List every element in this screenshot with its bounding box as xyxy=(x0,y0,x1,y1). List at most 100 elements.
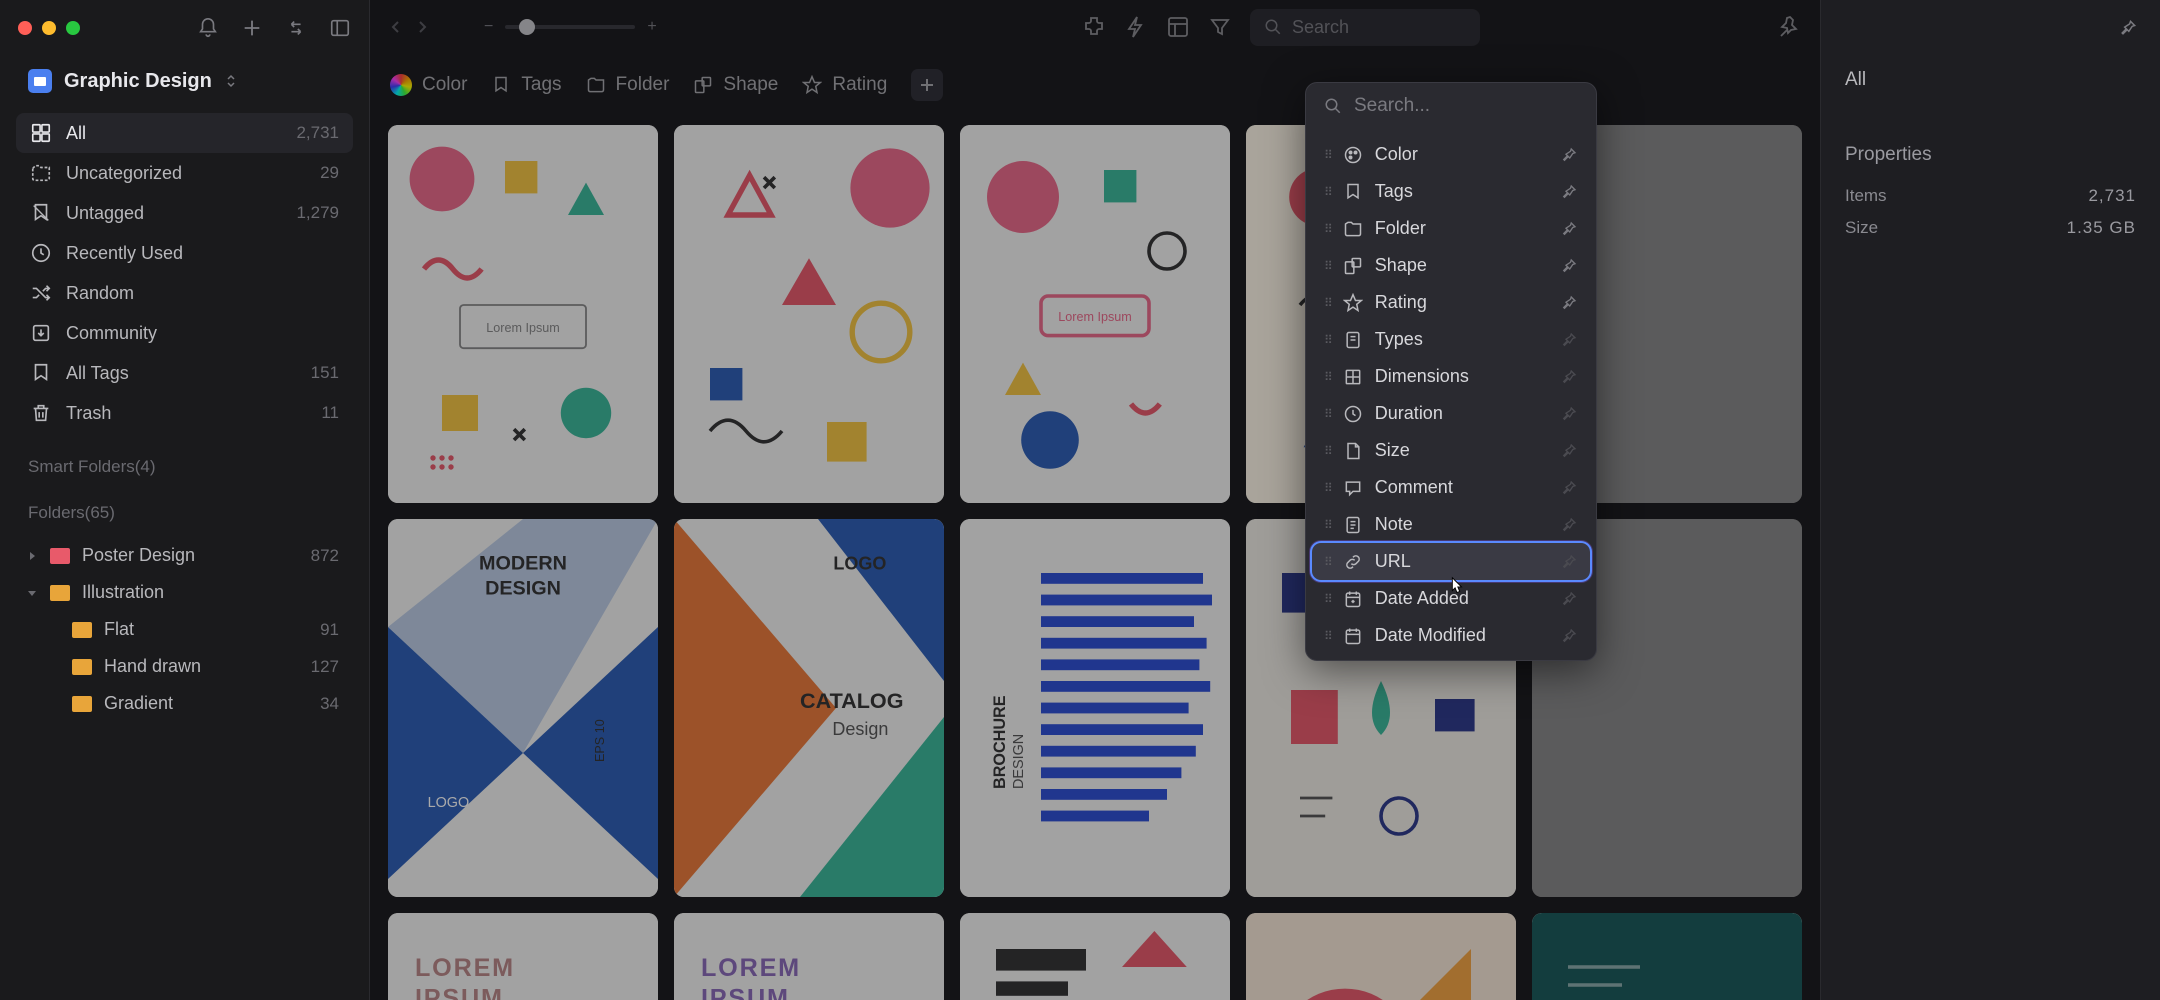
thumbnail[interactable]: Lorem Ipsum xyxy=(388,125,658,503)
layout-icon[interactable] xyxy=(1166,15,1190,39)
pin-icon[interactable] xyxy=(1560,294,1578,312)
folder-hand-drawn[interactable]: Hand drawn 127 xyxy=(16,648,353,685)
drag-handle-icon[interactable]: ⠿ xyxy=(1324,148,1331,162)
sidebar-toggle-icon[interactable] xyxy=(329,17,351,39)
dropdown-item-tags[interactable]: ⠿Tags xyxy=(1312,173,1590,210)
close-window-button[interactable] xyxy=(18,21,32,35)
pin-icon[interactable] xyxy=(1560,516,1578,534)
drag-handle-icon[interactable]: ⠿ xyxy=(1324,444,1331,458)
thumbnail[interactable]: BROCHUREDESIGN xyxy=(960,519,1230,897)
folder-poster-design[interactable]: Poster Design 872 xyxy=(16,537,353,574)
dropdown-item-size[interactable]: ⠿Size xyxy=(1312,432,1590,469)
pin-icon[interactable] xyxy=(1560,257,1578,275)
drag-handle-icon[interactable]: ⠿ xyxy=(1324,222,1331,236)
pin-icon[interactable] xyxy=(1560,553,1578,571)
search-icon xyxy=(1324,97,1342,115)
minimize-window-button[interactable] xyxy=(42,21,56,35)
dropdown-item-rating[interactable]: ⠿Rating xyxy=(1312,284,1590,321)
pin-icon[interactable] xyxy=(1560,331,1578,349)
drag-handle-icon[interactable]: ⠿ xyxy=(1324,259,1331,273)
chevron-updown-icon xyxy=(224,74,238,88)
sidebar-item-random[interactable]: Random xyxy=(16,273,353,313)
folder-flat[interactable]: Flat 91 xyxy=(16,611,353,648)
filter-tags[interactable]: Tags xyxy=(491,74,561,96)
thumbnail[interactable]: MODERNDESIGNLOGOEPS 10 xyxy=(388,519,658,897)
sidebar-item-untagged[interactable]: Untagged 1,279 xyxy=(16,193,353,233)
thumbnail[interactable]: LOGOCATALOGDesign xyxy=(674,519,944,897)
filter-color[interactable]: Color xyxy=(390,74,467,96)
sync-icon[interactable] xyxy=(285,17,307,39)
sidebar-item-all[interactable]: All 2,731 xyxy=(16,113,353,153)
thumbnail[interactable] xyxy=(674,125,944,503)
pin-icon[interactable] xyxy=(1560,405,1578,423)
thumbnail[interactable]: Lorem Ipsum xyxy=(960,125,1230,503)
pin-icon[interactable] xyxy=(1560,183,1578,201)
folder-gradient[interactable]: Gradient 34 xyxy=(16,685,353,722)
library-selector[interactable]: Graphic Design xyxy=(0,55,369,107)
drag-handle-icon[interactable]: ⠿ xyxy=(1324,185,1331,199)
zoom-out-button[interactable]: − xyxy=(484,18,493,36)
pin-icon[interactable] xyxy=(1560,220,1578,238)
filter-icon[interactable] xyxy=(1208,15,1232,39)
filter-rating[interactable]: Rating xyxy=(802,74,887,96)
sidebar-item-recent[interactable]: Recently Used xyxy=(16,233,353,273)
dropdown-item-shape[interactable]: ⠿Shape xyxy=(1312,247,1590,284)
extension-icon[interactable] xyxy=(1082,15,1106,39)
dropdown-item-comment[interactable]: ⠿Comment xyxy=(1312,469,1590,506)
search-box[interactable]: Search xyxy=(1250,9,1480,46)
dropdown-item-types[interactable]: ⠿Types xyxy=(1312,321,1590,358)
pin-icon[interactable] xyxy=(1560,627,1578,645)
zoom-slider[interactable] xyxy=(505,25,635,29)
sidebar-item-count: 29 xyxy=(320,163,339,183)
forward-button[interactable] xyxy=(414,19,430,35)
folders-header[interactable]: Folders(65) xyxy=(0,485,369,531)
drag-handle-icon[interactable]: ⠿ xyxy=(1324,555,1331,569)
sidebar-item-uncategorized[interactable]: Uncategorized 29 xyxy=(16,153,353,193)
dropdown-search[interactable]: Search... xyxy=(1306,83,1596,130)
pin-icon[interactable] xyxy=(1560,479,1578,497)
bolt-icon[interactable] xyxy=(1124,15,1148,39)
smart-folders-header[interactable]: Smart Folders(4) xyxy=(0,439,369,485)
pin-icon[interactable] xyxy=(2118,18,2138,38)
back-button[interactable] xyxy=(388,19,404,35)
zoom-in-button[interactable]: + xyxy=(647,18,656,36)
thumbnail[interactable] xyxy=(1532,913,1802,1000)
drag-handle-icon[interactable]: ⠿ xyxy=(1324,333,1331,347)
drag-handle-icon[interactable]: ⠿ xyxy=(1324,370,1331,384)
folder-illustration[interactable]: Illustration xyxy=(16,574,353,611)
thumbnail[interactable]: LOREMIPSUM xyxy=(388,913,658,1000)
add-icon[interactable] xyxy=(241,17,263,39)
thumbnail[interactable]: LOREMIPSUM xyxy=(674,913,944,1000)
dropdown-item-color[interactable]: ⠿Color xyxy=(1312,136,1590,173)
dropdown-item-duration[interactable]: ⠿Duration xyxy=(1312,395,1590,432)
dropdown-item-dimensions[interactable]: ⠿Dimensions xyxy=(1312,358,1590,395)
thumbnail[interactable] xyxy=(1246,913,1516,1000)
folder-count: 34 xyxy=(320,694,339,714)
drag-handle-icon[interactable]: ⠿ xyxy=(1324,481,1331,495)
dropdown-item-date-modified[interactable]: ⠿Date Modified xyxy=(1312,617,1590,654)
maximize-window-button[interactable] xyxy=(66,21,80,35)
folder-label: Gradient xyxy=(104,693,173,714)
drag-handle-icon[interactable]: ⠿ xyxy=(1324,407,1331,421)
drag-handle-icon[interactable]: ⠿ xyxy=(1324,629,1331,643)
thumbnail[interactable] xyxy=(960,913,1230,1000)
dropdown-item-folder[interactable]: ⠿Folder xyxy=(1312,210,1590,247)
pin-icon[interactable] xyxy=(1560,442,1578,460)
zoom-thumb[interactable] xyxy=(519,19,535,35)
sidebar-item-alltags[interactable]: All Tags 151 xyxy=(16,353,353,393)
pin-icon[interactable] xyxy=(1560,146,1578,164)
pin-icon[interactable] xyxy=(1560,368,1578,386)
drag-handle-icon[interactable]: ⠿ xyxy=(1324,518,1331,532)
dropdown-item-note[interactable]: ⠿Note xyxy=(1312,506,1590,543)
notifications-icon[interactable] xyxy=(197,17,219,39)
sidebar-item-trash[interactable]: Trash 11 xyxy=(16,393,353,433)
filter-shape[interactable]: Shape xyxy=(693,74,778,96)
filter-folder[interactable]: Folder xyxy=(586,74,670,96)
drag-handle-icon[interactable]: ⠿ xyxy=(1324,296,1331,310)
pin-icon[interactable] xyxy=(1560,590,1578,608)
drag-handle-icon[interactable]: ⠿ xyxy=(1324,592,1331,606)
sidebar-item-community[interactable]: Community xyxy=(16,313,353,353)
inspector-tab-all[interactable]: All xyxy=(1821,55,2160,106)
add-filter-button[interactable] xyxy=(911,69,943,101)
pin-icon[interactable] xyxy=(1778,15,1802,39)
